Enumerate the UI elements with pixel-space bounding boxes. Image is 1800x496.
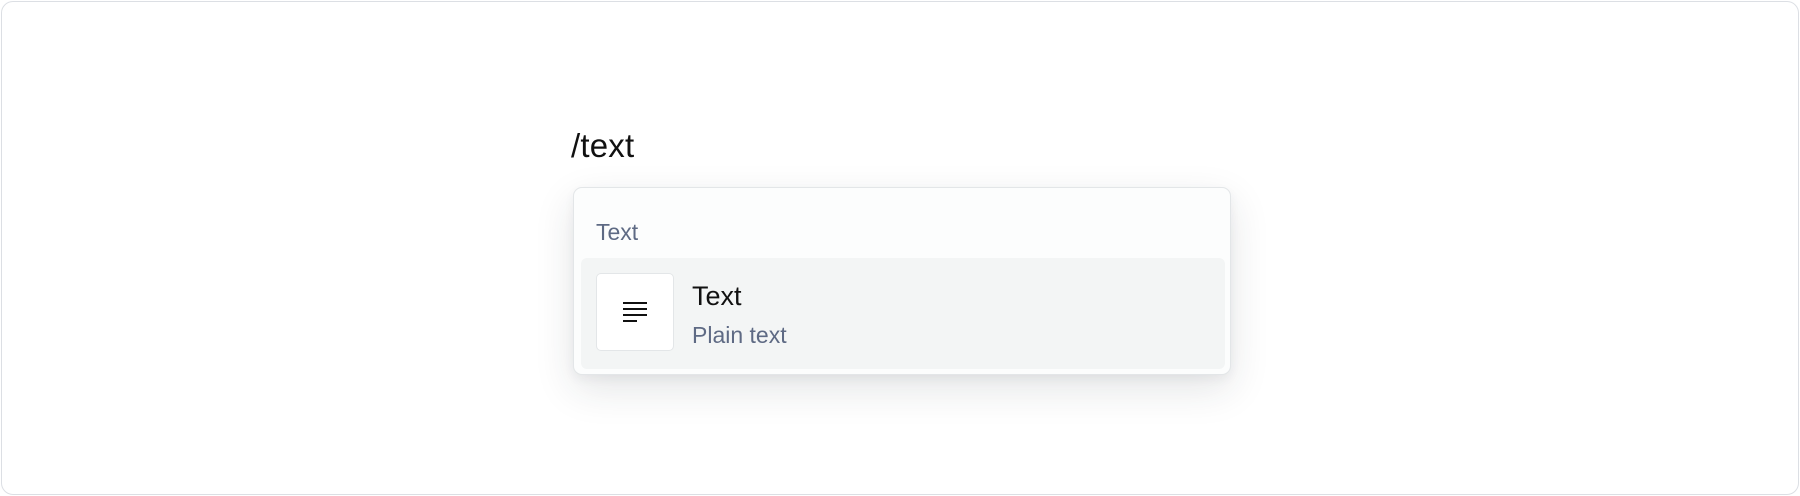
- editor-input-line[interactable]: /text: [571, 126, 634, 166]
- menu-item-description: Plain text: [692, 322, 787, 348]
- menu-group-label: Text: [596, 219, 639, 245]
- item-icon-box: [596, 273, 674, 351]
- editor-frame: /text Text Text Plain text: [1, 1, 1799, 495]
- menu-item-title: Text: [692, 281, 742, 311]
- paragraph-lines-icon: [621, 300, 649, 324]
- menu-item-text[interactable]: Text Plain text: [581, 258, 1225, 369]
- slash-command-menu: Text Text Plain text: [573, 187, 1231, 375]
